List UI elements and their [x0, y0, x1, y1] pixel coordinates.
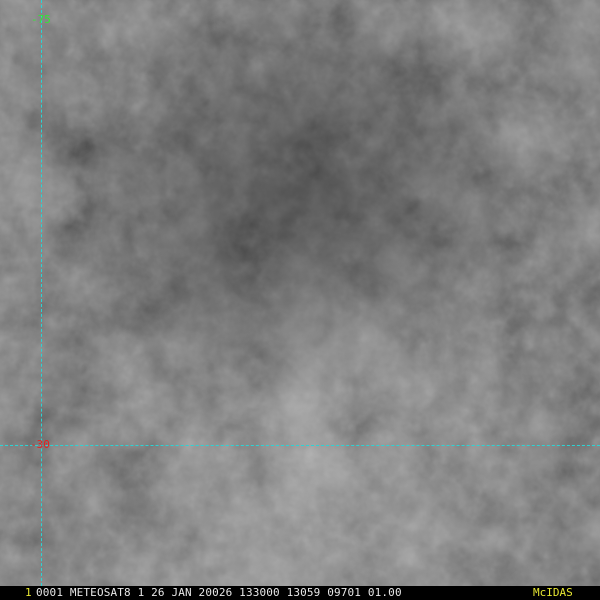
longitude-grid-line: [41, 0, 42, 586]
satellite-image: [0, 0, 600, 586]
longitude-label: -75: [31, 13, 51, 26]
satellite-image-viewer: -75 -30 1 0001 METEOSAT8 1 26 JAN 20026 …: [0, 0, 600, 600]
status-bar: 1 0001 METEOSAT8 1 26 JAN 20026 133000 1…: [0, 586, 600, 600]
latitude-label: -30: [30, 438, 50, 451]
image-metadata-text: 0001 METEOSAT8 1 26 JAN 20026 133000 130…: [36, 586, 402, 599]
latitude-grid-line: [0, 445, 600, 446]
frame-number: 1: [25, 586, 32, 599]
mcidas-brand: McIDAS: [533, 586, 573, 599]
